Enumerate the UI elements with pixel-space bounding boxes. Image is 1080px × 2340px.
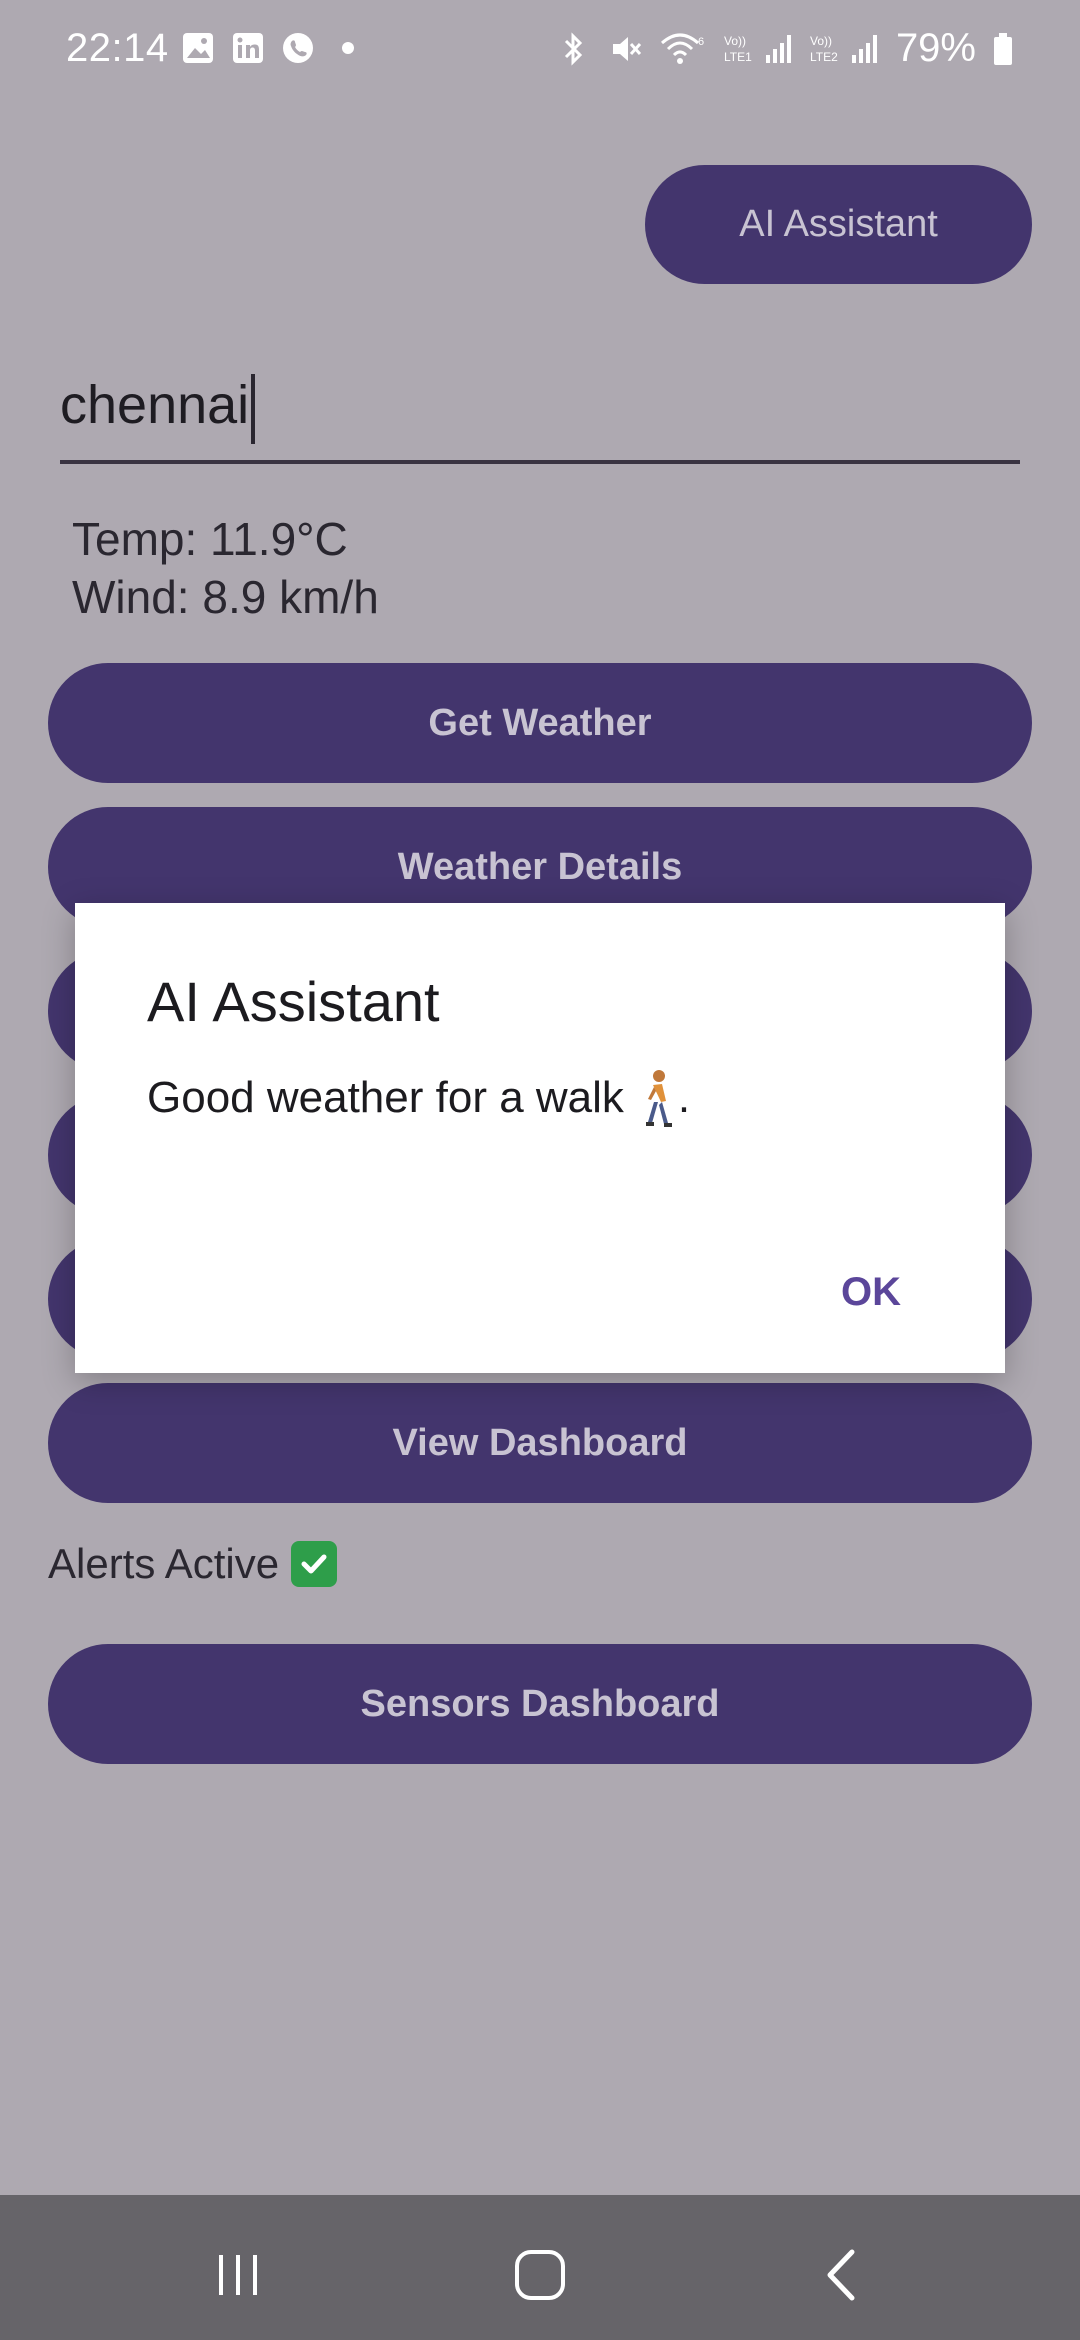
city-input-value: chennai bbox=[60, 375, 250, 435]
svg-text:Vo)): Vo)) bbox=[810, 34, 832, 48]
linkedin-icon bbox=[230, 30, 266, 66]
dialog-ok-button[interactable]: OK bbox=[841, 1270, 901, 1315]
get-weather-button[interactable]: Get Weather bbox=[48, 663, 1032, 783]
gallery-icon bbox=[180, 30, 216, 66]
battery-icon bbox=[992, 31, 1014, 67]
text-cursor bbox=[251, 374, 255, 444]
alerts-label: Alerts Active bbox=[48, 1540, 280, 1587]
bluetooth-icon bbox=[556, 31, 592, 67]
weather-readout: Temp: 11.9°C Wind: 8.9 km/h bbox=[72, 510, 379, 626]
ai-assistant-dialog: AI Assistant Good weather for a walk . O… bbox=[75, 903, 1005, 1373]
temperature-text: Temp: 11.9°C bbox=[72, 513, 348, 565]
svg-text:6: 6 bbox=[698, 36, 704, 48]
ai-assistant-button[interactable]: AI Assistant bbox=[645, 165, 1032, 284]
city-input[interactable]: chennai bbox=[60, 370, 1020, 464]
sensors-dashboard-button[interactable]: Sensors Dashboard bbox=[48, 1644, 1032, 1764]
signal-lte1-icon: Vo)) LTE1 bbox=[724, 31, 794, 67]
dot-icon bbox=[330, 30, 366, 66]
dialog-message-end: . bbox=[677, 1073, 691, 1122]
person-walking-icon bbox=[640, 1069, 674, 1127]
dialog-message-text: Good weather for a walk bbox=[147, 1073, 624, 1122]
mute-icon bbox=[608, 31, 644, 67]
whatsapp-icon bbox=[280, 30, 316, 66]
status-notification-icons bbox=[180, 30, 366, 66]
svg-text:LTE1: LTE1 bbox=[724, 50, 752, 64]
svg-text:Vo)): Vo)) bbox=[724, 34, 746, 48]
signal-lte2-icon: Vo)) LTE2 bbox=[810, 31, 880, 67]
wind-text: Wind: 8.9 km/h bbox=[72, 571, 379, 623]
navigation-bar bbox=[0, 2195, 1080, 2340]
status-bar: 22:14 6 Vo)) LTE1 Vo)) LTE2 79% bbox=[0, 0, 1080, 100]
home-icon[interactable] bbox=[500, 2235, 580, 2315]
status-time: 22:14 bbox=[66, 26, 169, 70]
svg-text:LTE2: LTE2 bbox=[810, 50, 838, 64]
wifi-icon: 6 bbox=[660, 31, 708, 67]
dialog-title: AI Assistant bbox=[147, 970, 440, 1033]
view-dashboard-button[interactable]: View Dashboard bbox=[48, 1383, 1032, 1503]
check-mark-icon bbox=[291, 1541, 338, 1587]
alerts-status: Alerts Active bbox=[48, 1540, 338, 1588]
status-system-icons: 6 Vo)) LTE1 Vo)) LTE2 79% bbox=[556, 26, 1014, 71]
dialog-message: Good weather for a walk . bbox=[147, 1069, 690, 1127]
recent-apps-icon[interactable] bbox=[198, 2235, 278, 2315]
battery-level: 79% bbox=[895, 26, 976, 70]
back-icon[interactable] bbox=[802, 2235, 882, 2315]
